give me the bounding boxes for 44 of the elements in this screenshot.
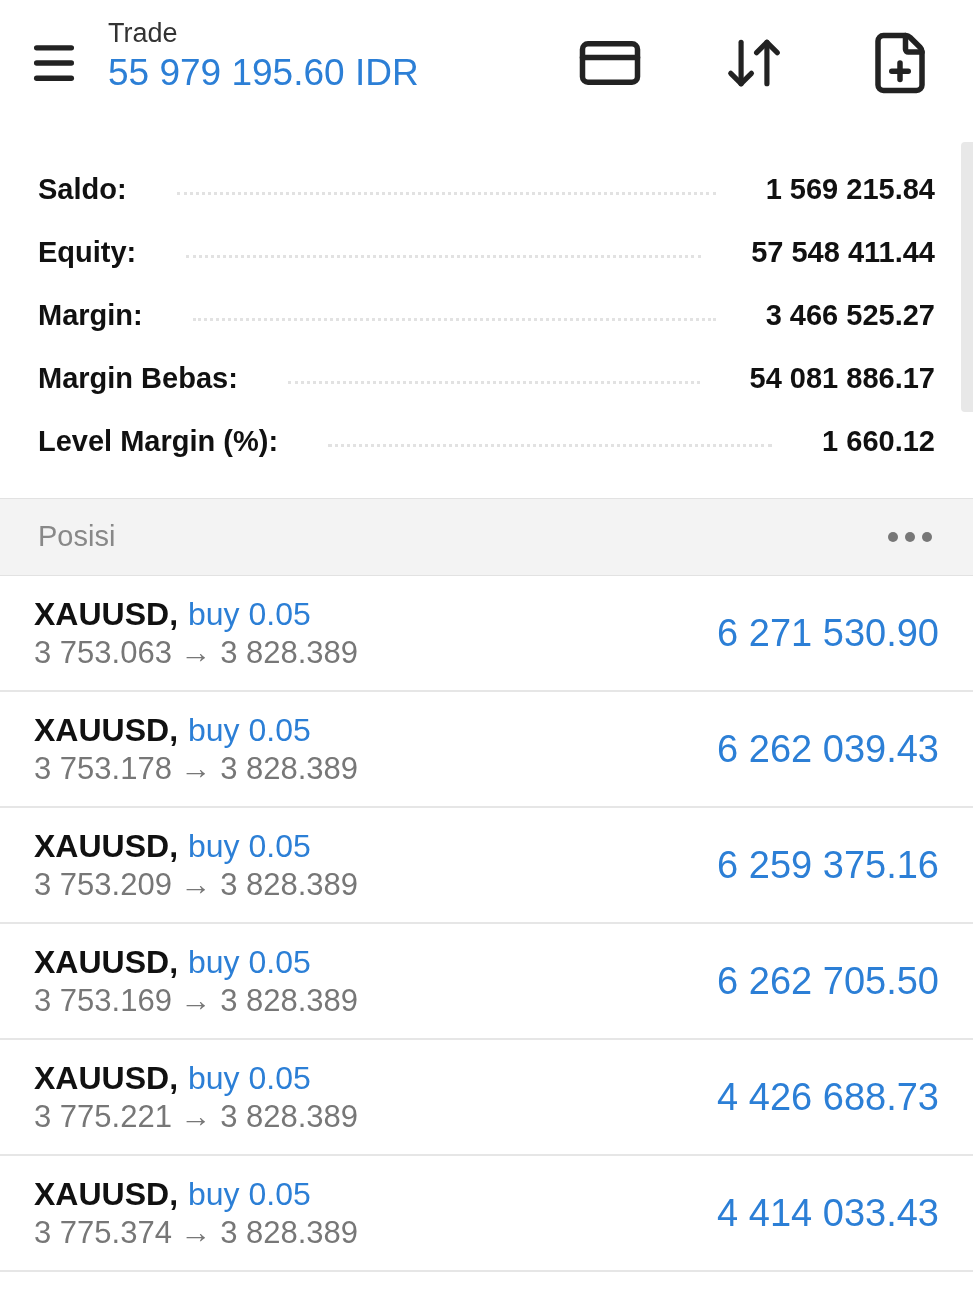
summary-label: Margin Bebas: — [38, 360, 238, 396]
summary-label: Equity: — [38, 234, 137, 270]
position-row[interactable]: XAUUSD, buy 0.05 3 775.374 → 3 828.389 4 414 033.43 — [0, 1156, 973, 1272]
price-range: 3 753.209 → 3 828.389 — [34, 865, 359, 904]
profit-value: 4 414 033.43 — [717, 1190, 939, 1236]
summary-value: 54 081 886.17 — [749, 360, 935, 396]
position-row[interactable]: XAUUSD, buy 0.05 3 775.221 → 3 828.389 4 426 688.73 — [0, 1040, 973, 1156]
summary-value: 3 466 525.27 — [765, 297, 935, 333]
position-row[interactable]: XAUUSD, buy 0.05 3 753.063 → 3 828.389 6 271 530.90 — [0, 576, 973, 692]
profit-value: 4 426 688.73 — [717, 1074, 939, 1120]
summary-value: 1 660.12 — [822, 423, 935, 459]
symbol: XAUUSD, — [34, 1174, 178, 1214]
summary-label: Margin: — [38, 297, 143, 333]
trade-side: buy 0.05 — [188, 594, 311, 634]
summary-label: Saldo: — [38, 171, 127, 207]
balance-amount: 55 979 195.60 IDR — [108, 51, 419, 96]
symbol: XAUUSD, — [34, 826, 178, 866]
price-range: 3 753.063 → 3 828.389 — [34, 633, 359, 672]
position-row[interactable]: XAUUSD, buy 0.05 3 753.209 → 3 828.389 6 259 375.16 — [0, 808, 973, 924]
position-row[interactable]: XAUUSD, buy 0.05 3 753.178 → 3 828.389 6 262 039.43 — [0, 692, 973, 808]
profit-value: 6 262 705.50 — [717, 958, 939, 1004]
trade-side: buy 0.05 — [188, 710, 311, 750]
trade-side: buy 0.05 — [188, 1058, 311, 1098]
summary-value: 57 548 411.44 — [751, 234, 935, 270]
price-range: 3 775.221 → 3 828.389 — [34, 1097, 359, 1136]
trade-side: buy 0.05 — [188, 942, 311, 982]
symbol: XAUUSD, — [34, 594, 178, 634]
section-title: Posisi — [38, 519, 116, 555]
profit-value: 6 271 530.90 — [717, 610, 939, 656]
price-range: 3 753.169 → 3 828.389 — [34, 981, 359, 1020]
trade-side: buy 0.05 — [188, 826, 311, 866]
symbol: XAUUSD, — [34, 710, 178, 750]
summary-value: 1 569 215.84 — [765, 171, 935, 207]
position-row[interactable]: XAUUSD, buy 0.05 3 753.169 → 3 828.389 6 262 705.50 — [0, 924, 973, 1040]
profit-value: 6 262 039.43 — [717, 726, 939, 772]
symbol: XAUUSD, — [34, 1058, 178, 1098]
screen-title: Trade — [108, 16, 179, 50]
symbol: XAUUSD, — [34, 942, 178, 982]
price-range: 3 775.374 → 3 828.389 — [34, 1213, 359, 1252]
more-icon[interactable] — [887, 531, 933, 543]
price-range: 3 753.178 → 3 828.389 — [34, 749, 359, 788]
summary-label: Level Margin (%): — [38, 423, 279, 459]
profit-value: 6 259 375.16 — [717, 842, 939, 888]
trade-side: buy 0.05 — [188, 1174, 311, 1214]
